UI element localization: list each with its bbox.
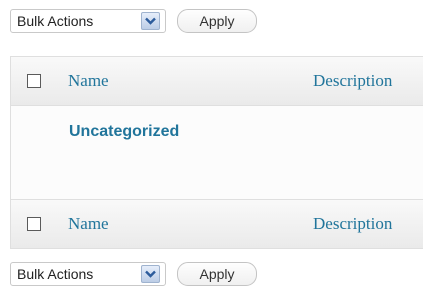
categories-page: Bulk Actions Apply Name Description Unca… xyxy=(0,0,423,300)
dropdown-arrow-button[interactable] xyxy=(141,12,160,30)
table-footer-row: Name Description xyxy=(11,199,423,248)
column-header-description[interactable]: Description xyxy=(313,71,392,91)
apply-button-bottom[interactable]: Apply xyxy=(177,262,257,286)
categories-table: Name Description Uncategorized Name Desc… xyxy=(10,56,423,249)
bulk-actions-value: Bulk Actions xyxy=(17,13,94,29)
select-all-checkbox-footer[interactable] xyxy=(27,217,41,231)
chevron-down-icon xyxy=(145,17,156,25)
table-row: Uncategorized xyxy=(11,106,423,201)
bulk-actions-value: Bulk Actions xyxy=(17,266,94,282)
bulk-actions-select-top[interactable]: Bulk Actions xyxy=(10,9,166,33)
table-header-row: Name Description xyxy=(11,57,423,106)
select-all-checkbox[interactable] xyxy=(27,74,41,88)
tablenav-bottom: Bulk Actions Apply xyxy=(10,259,410,287)
chevron-down-icon xyxy=(145,270,156,278)
tablenav-top: Bulk Actions Apply xyxy=(10,6,410,34)
bulk-actions-select-bottom[interactable]: Bulk Actions xyxy=(10,262,166,286)
column-footer-description[interactable]: Description xyxy=(313,214,392,234)
apply-button-top[interactable]: Apply xyxy=(177,9,257,33)
dropdown-arrow-button[interactable] xyxy=(141,265,160,283)
category-name-link[interactable]: Uncategorized xyxy=(69,123,179,141)
column-header-name[interactable]: Name xyxy=(68,71,109,91)
column-footer-name[interactable]: Name xyxy=(68,214,109,234)
